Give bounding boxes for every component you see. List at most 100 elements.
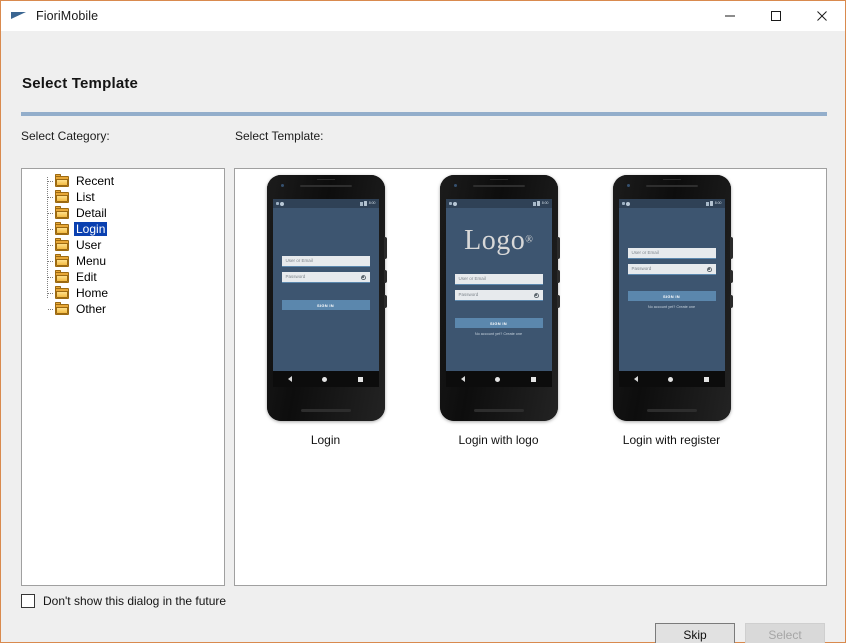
sign-in-button[interactable]: SIGN IN [627, 291, 716, 301]
register-link[interactable]: No account yet? Create one [446, 332, 552, 336]
battery-icon [537, 201, 541, 206]
close-icon[interactable] [799, 1, 845, 31]
folder-icon [55, 221, 69, 235]
template-caption: Login [310, 433, 341, 447]
tree-item-label: Login [74, 222, 108, 236]
page-title: Select Template [22, 75, 139, 92]
password-field[interactable]: Password [627, 264, 716, 275]
battery-icon [710, 201, 714, 206]
wifi-icon [705, 201, 709, 206]
tree-item-edit[interactable]: Edit [22, 269, 224, 285]
folder-icon [55, 237, 69, 251]
tree-item-recent[interactable]: Recent [22, 173, 224, 189]
phone-screen: 8:00 User or Email Password [272, 199, 379, 371]
folder-icon [55, 285, 69, 299]
eye-icon[interactable] [706, 266, 712, 272]
recents-icon[interactable] [358, 376, 364, 382]
password-field[interactable]: Password [281, 272, 370, 283]
category-label: Select Category: [21, 129, 110, 143]
folder-icon [55, 189, 69, 203]
speaker-grille [299, 185, 352, 187]
template-gallery[interactable]: 8:00 User or Email Password SIGN IN Logi… [234, 168, 827, 586]
tree-item-list[interactable]: List [22, 189, 224, 205]
folder-icon [55, 301, 69, 315]
home-icon[interactable] [668, 376, 674, 382]
template-card-login-with-register[interactable]: 8:00 User or Email Password SIGN IN No a… [585, 175, 758, 447]
folder-icon [55, 205, 69, 219]
category-tree-list: Recent List Detail Login User Menu Edit … [22, 169, 224, 317]
gear-icon [626, 201, 630, 206]
eye-icon[interactable] [360, 274, 366, 280]
template-grid: 8:00 User or Email Password SIGN IN Logi… [235, 169, 826, 447]
home-icon[interactable] [495, 376, 501, 382]
tree-item-label: Home [76, 286, 109, 300]
status-time: 8:00 [541, 201, 549, 205]
tree-item-label: Other [76, 302, 107, 316]
status-time: 8:00 [714, 201, 722, 205]
folder-icon [55, 173, 69, 187]
tree-item-label: User [76, 238, 102, 252]
select-button: Select [745, 623, 825, 643]
back-icon[interactable] [460, 376, 465, 382]
minimize-icon[interactable] [707, 1, 753, 31]
phone-screen: 8:00 Logo® User or Email Password SIGN I… [445, 199, 552, 371]
signal-icon [448, 202, 452, 205]
sign-in-label: SIGN IN [663, 293, 680, 299]
window-controls [707, 1, 845, 31]
user-field[interactable]: User or Email [627, 248, 716, 259]
phone-mockup: 8:00 User or Email Password [266, 175, 387, 421]
tree-item-user[interactable]: User [22, 237, 224, 253]
user-field[interactable]: User or Email [281, 256, 370, 267]
android-nav-bar [618, 371, 725, 387]
dont-show-again-checkbox[interactable] [21, 594, 35, 608]
home-icon[interactable] [322, 376, 328, 382]
category-tree[interactable]: Recent List Detail Login User Menu Edit … [21, 168, 225, 586]
tree-item-label: Menu [76, 254, 107, 268]
template-card-login[interactable]: 8:00 User or Email Password SIGN IN Logi… [239, 175, 412, 447]
tree-item-label: Detail [76, 206, 107, 220]
android-nav-bar [272, 371, 379, 387]
window-title: FioriMobile [36, 9, 99, 23]
sign-in-button[interactable]: SIGN IN [454, 318, 543, 328]
logo-text: Logo [464, 225, 526, 256]
gear-icon [280, 201, 284, 206]
tree-item-home[interactable]: Home [22, 285, 224, 301]
speaker-grille [472, 185, 525, 187]
tree-item-menu[interactable]: Menu [22, 253, 224, 269]
dont-show-again-row[interactable]: Don't show this dialog in the future [21, 594, 226, 608]
tree-item-label: Recent [76, 174, 115, 188]
camera-icon [626, 184, 630, 187]
password-field-placeholder: Password [285, 274, 306, 279]
back-icon[interactable] [633, 376, 638, 382]
signal-icon [621, 202, 625, 205]
phone-mockup: 8:00 Logo® User or Email Password SIGN I… [439, 175, 560, 421]
recents-icon[interactable] [704, 376, 710, 382]
sign-in-button[interactable]: SIGN IN [281, 300, 370, 310]
user-field-placeholder: User or Email [285, 258, 313, 263]
signal-icon [275, 202, 279, 205]
dialog-buttons: Skip Select [655, 623, 825, 643]
template-caption: Login with register [622, 433, 721, 447]
maximize-icon[interactable] [753, 1, 799, 31]
logo-block: Logo® [446, 226, 552, 256]
tree-item-other[interactable]: Other [22, 301, 224, 317]
user-field[interactable]: User or Email [454, 274, 543, 285]
user-field-placeholder: User or Email [458, 276, 486, 281]
eye-icon[interactable] [533, 292, 539, 298]
register-link[interactable]: No account yet? Create one [619, 305, 725, 309]
tree-item-login[interactable]: Login [22, 221, 224, 237]
sign-in-label: SIGN IN [317, 302, 334, 308]
skip-button[interactable]: Skip [655, 623, 735, 643]
password-field[interactable]: Password [454, 290, 543, 301]
title-bar: FioriMobile [1, 1, 845, 31]
camera-icon [453, 184, 457, 187]
password-field-placeholder: Password [458, 292, 479, 297]
status-bar: 8:00 [618, 199, 725, 208]
template-card-login-with-logo[interactable]: 8:00 Logo® User or Email Password SIGN I… [412, 175, 585, 447]
tree-item-label: Edit [76, 270, 97, 284]
folder-icon [55, 253, 69, 267]
android-nav-bar [445, 371, 552, 387]
tree-item-detail[interactable]: Detail [22, 205, 224, 221]
recents-icon[interactable] [531, 376, 537, 382]
back-icon[interactable] [287, 376, 292, 382]
